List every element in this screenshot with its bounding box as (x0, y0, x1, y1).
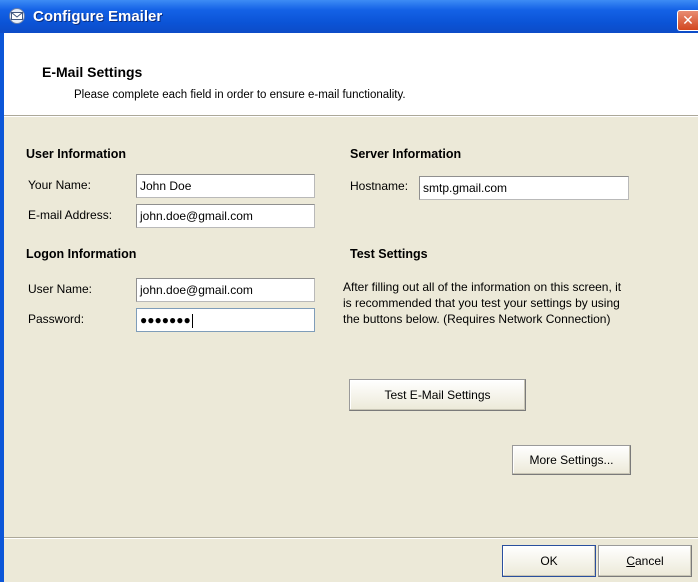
user-name-label: User Name: (28, 282, 93, 296)
title-bar[interactable]: Configure Emailer ✕ (0, 0, 698, 33)
server-information-heading: Server Information (350, 147, 462, 161)
test-settings-heading: Test Settings (350, 247, 428, 261)
header-separator-highlight (4, 116, 698, 117)
text-caret (191, 313, 193, 328)
cancel-accelerator: C (626, 554, 635, 568)
dialog-header: E-Mail Settings Please complete each fie… (4, 33, 698, 115)
header-description: Please complete each field in order to e… (74, 89, 406, 101)
your-name-label: Your Name: (28, 178, 91, 192)
cancel-button[interactable]: Cancel (598, 545, 692, 577)
email-address-label: E-mail Address: (28, 208, 113, 222)
hostname-field[interactable]: smtp.gmail.com (419, 176, 629, 200)
cancel-label: ancel (634, 554, 664, 568)
password-mask: ●●●●●●● (140, 313, 191, 327)
close-icon: ✕ (682, 12, 694, 28)
ok-button[interactable]: OK (502, 545, 596, 577)
header-title: E-Mail Settings (42, 64, 143, 80)
more-settings-button[interactable]: More Settings... (512, 445, 631, 475)
logon-information-heading: Logon Information (26, 247, 137, 261)
user-information-heading: User Information (26, 147, 127, 161)
user-name-field[interactable]: john.doe@gmail.com (136, 278, 315, 302)
test-email-settings-button[interactable]: Test E-Mail Settings (349, 379, 526, 411)
email-address-field[interactable]: john.doe@gmail.com (136, 204, 315, 228)
hostname-label: Hostname: (350, 179, 409, 193)
dialog-body: E-Mail Settings Please complete each fie… (4, 33, 698, 582)
configure-emailer-window: Configure Emailer ✕ E-Mail Settings Plea… (0, 0, 698, 582)
password-field[interactable]: ●●●●●●● (136, 308, 315, 332)
your-name-field[interactable]: John Doe (136, 174, 315, 198)
password-label: Password: (28, 312, 85, 326)
close-button[interactable]: ✕ (677, 10, 698, 31)
test-settings-description: After filling out all of the information… (343, 280, 622, 326)
envelope-icon (9, 8, 25, 24)
window-title: Configure Emailer (33, 8, 163, 25)
footer-separator-highlight (4, 538, 698, 539)
